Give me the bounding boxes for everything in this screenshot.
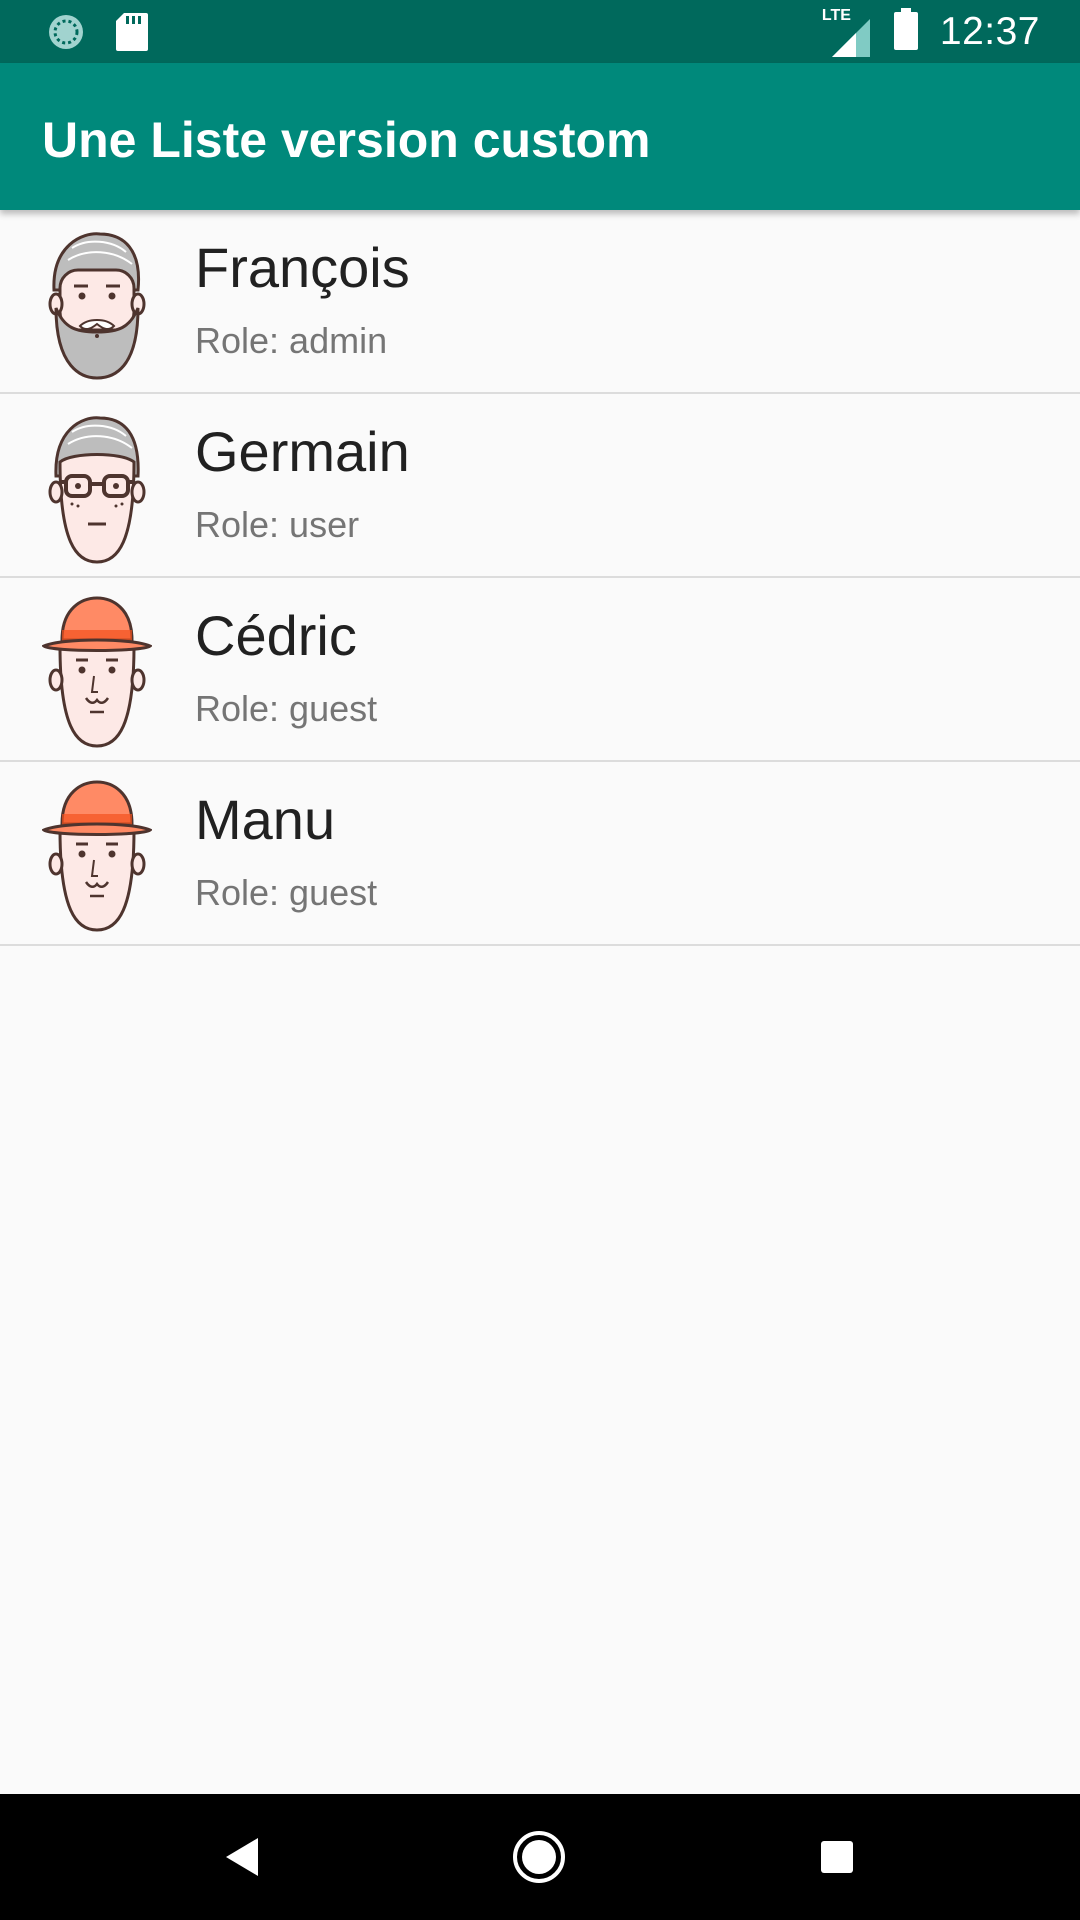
list-item[interactable]: François Role: admin [0,210,1080,394]
hat-man-avatar [41,780,153,932]
sd-card-icon [116,13,148,56]
home-icon[interactable] [506,1824,572,1890]
user-role: Role: guest [195,688,378,729]
hat-man-avatar [41,596,153,748]
user-name: Manu [195,788,336,851]
user-name: François [195,236,410,299]
user-role: Role: admin [195,320,388,361]
recents-icon[interactable] [804,1824,870,1890]
signal-icon: LTE [822,7,872,57]
app-bar: Une Liste version custom [0,63,1080,210]
user-role: Role: user [195,504,360,545]
battery-icon [893,8,918,55]
status-bar: LTE 12:37 [0,0,1080,63]
back-icon[interactable] [208,1824,274,1890]
user-name: Germain [195,420,410,483]
navigation-bar [0,1794,1080,1920]
sync-icon [46,12,86,57]
page-title: Une Liste version custom [42,112,651,168]
clock: 12:37 [939,9,1040,53]
user-role: Role: guest [195,872,378,913]
list-item[interactable]: Manu Role: guest [0,762,1080,946]
user-name: Cédric [195,604,357,667]
user-list: François Role: admin Germain Role: user … [0,210,1080,946]
bearded-man-avatar [42,228,152,380]
list-item[interactable]: Cédric Role: guest [0,578,1080,762]
glasses-man-avatar [42,412,152,564]
list-item[interactable]: Germain Role: user [0,394,1080,578]
